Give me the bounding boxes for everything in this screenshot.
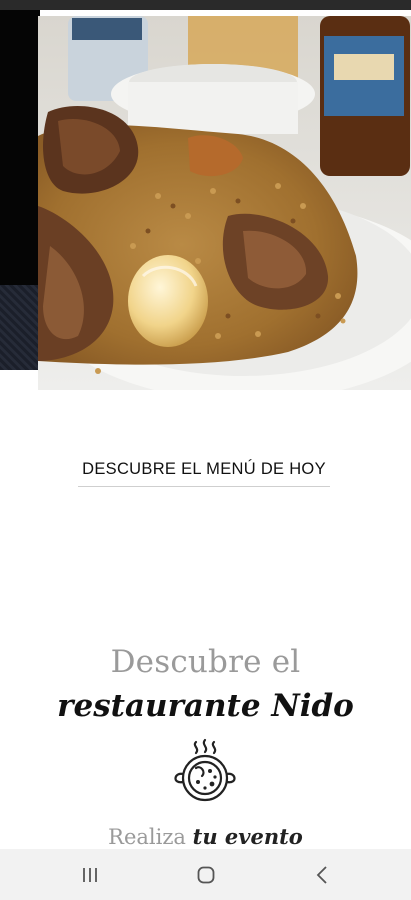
paella-pan-icon [168, 738, 242, 804]
about-heading-line1: Descubre el [110, 644, 301, 680]
event-heading-prefix: Realiza [108, 825, 186, 849]
back-icon [316, 865, 327, 884]
system-navigation-bar [0, 849, 411, 900]
hero-dish-photo [38, 16, 411, 390]
recent-apps-button[interactable] [50, 849, 130, 900]
home-icon [197, 866, 215, 883]
status-bar [0, 0, 411, 10]
event-heading-emphasis: tu evento [192, 824, 303, 849]
about-heading-line2: restaurante Nido [57, 688, 354, 724]
todays-menu-link[interactable]: DESCUBRE EL MENÚ DE HOY [78, 460, 330, 487]
fabric-texture [0, 285, 40, 370]
back-button[interactable] [282, 849, 362, 900]
event-heading: Realiza tu evento [0, 824, 411, 849]
home-button[interactable] [166, 849, 246, 900]
recent-apps-icon [83, 867, 97, 882]
background-panel [0, 10, 40, 370]
